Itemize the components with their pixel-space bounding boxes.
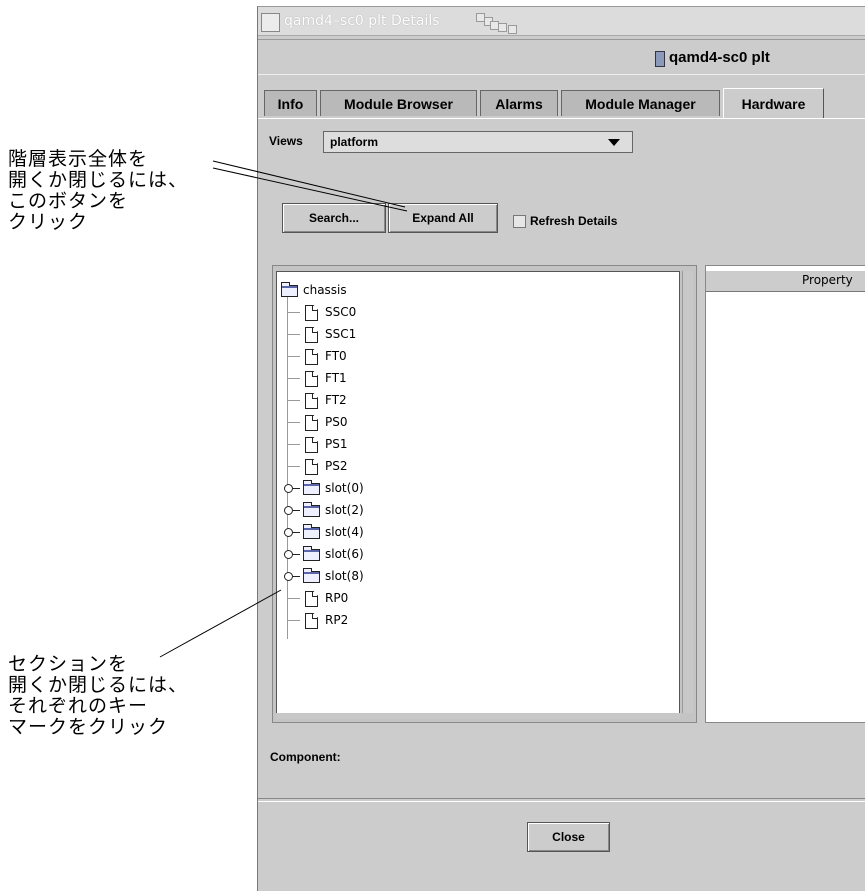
module-header: qamd4-sc0 plt: [258, 39, 865, 75]
tree-node[interactable]: slot(0): [284, 478, 453, 498]
tree-node[interactable]: PS1: [288, 434, 453, 454]
refresh-details-label: Refresh Details: [530, 214, 618, 228]
details-window: qamd4–sc0 plt Details qamd4-sc0 plt Info…: [257, 6, 865, 891]
tree-node-label: PS0: [325, 415, 348, 429]
window-menu-icon[interactable]: [261, 13, 280, 32]
tree-node-label: chassis: [303, 283, 347, 297]
tab-info[interactable]: Info: [264, 90, 317, 116]
views-label: Views: [269, 134, 303, 148]
tree-node[interactable]: FT2: [288, 390, 453, 410]
tree-node-label: slot(2): [325, 503, 364, 517]
tab-hardware[interactable]: Hardware: [723, 88, 824, 118]
footer-divider: [258, 798, 865, 802]
title-decoration-icon: [476, 11, 536, 34]
tree-node[interactable]: slot(8): [284, 566, 453, 586]
tree-node[interactable]: slot(6): [284, 544, 453, 564]
expand-key-icon[interactable]: [284, 528, 300, 537]
tab-module-manager[interactable]: Module Manager: [561, 90, 720, 116]
tree-node[interactable]: FT0: [288, 346, 453, 366]
close-button[interactable]: Close: [527, 822, 610, 852]
callout-expand-node: セクションを 開くか閉じるには、 それぞれのキー マークをクリック: [8, 653, 189, 738]
title-bar[interactable]: qamd4–sc0 plt Details: [258, 7, 865, 36]
refresh-details-checkbox[interactable]: [513, 215, 526, 228]
tab-alarms[interactable]: Alarms: [480, 90, 558, 116]
expand-key-icon[interactable]: [284, 484, 300, 493]
folder-icon: [303, 480, 320, 495]
views-select[interactable]: platform: [323, 131, 633, 153]
tab-divider: [258, 118, 865, 119]
dropdown-arrow-icon[interactable]: [608, 139, 620, 146]
tree-node-label: PS2: [325, 459, 348, 473]
search-button[interactable]: Search...: [282, 203, 386, 233]
tab-bar: Info Module Browser Alarms Module Manage…: [258, 88, 865, 118]
tree-node[interactable]: FT1: [288, 368, 453, 388]
tree-node[interactable]: PS0: [288, 412, 453, 432]
tab-module-browser[interactable]: Module Browser: [320, 90, 477, 116]
tree-vertical-scrollbar[interactable]: [682, 271, 693, 713]
expand-key-icon[interactable]: [284, 550, 300, 559]
tree-node-label: slot(4): [325, 525, 364, 539]
tree-node[interactable]: slot(2): [284, 500, 453, 520]
component-label: Component:: [270, 750, 341, 764]
expand-key-icon[interactable]: [284, 506, 300, 515]
tree-node-label: slot(8): [325, 569, 364, 583]
folder-icon: [303, 568, 320, 583]
tree-node-label: FT1: [325, 371, 347, 385]
tree-node-label: slot(0): [325, 481, 364, 495]
tree-node-label: FT0: [325, 349, 347, 363]
tree-node-label: SSC1: [325, 327, 357, 341]
property-header-label: Property: [802, 273, 853, 287]
tree-node-label: SSC0: [325, 305, 357, 319]
tree-node-label: FT2: [325, 393, 347, 407]
views-selected-value: platform: [330, 135, 378, 149]
callout-expand-all: 階層表示全体を 開くか閉じるには、 このボタンを クリック: [8, 148, 189, 233]
tree-connector: [287, 290, 288, 639]
tree-node-label: slot(6): [325, 547, 364, 561]
property-panel: Property: [705, 265, 865, 723]
hardware-tree: chassis SSC0 SSC1 FT0 FT1 FT2 PS0 PS1 PS…: [276, 271, 680, 715]
tree-node[interactable]: PS2: [288, 456, 453, 476]
folder-icon: [303, 502, 320, 517]
expand-all-button[interactable]: Expand All: [388, 203, 498, 233]
tree-node-chassis[interactable]: chassis: [281, 280, 481, 300]
expand-key-icon[interactable]: [284, 572, 300, 581]
host-icon: [655, 51, 665, 67]
tree-node[interactable]: RP2: [288, 610, 453, 630]
tree-horizontal-scrollbar[interactable]: [276, 713, 680, 719]
folder-icon: [303, 524, 320, 539]
window-title: qamd4–sc0 plt Details: [284, 13, 440, 29]
tree-node-label: PS1: [325, 437, 348, 451]
tree-node[interactable]: SSC0: [288, 302, 453, 322]
folder-icon: [303, 546, 320, 561]
tree-node[interactable]: RP0: [288, 588, 453, 608]
tree-node-label: RP0: [325, 591, 349, 605]
property-column-header[interactable]: Property: [706, 270, 865, 292]
host-title: qamd4-sc0 plt: [669, 49, 770, 66]
folder-open-icon: [281, 282, 298, 297]
tree-node[interactable]: SSC1: [288, 324, 453, 344]
tree-node[interactable]: slot(4): [284, 522, 453, 542]
tree-node-label: RP2: [325, 613, 349, 627]
